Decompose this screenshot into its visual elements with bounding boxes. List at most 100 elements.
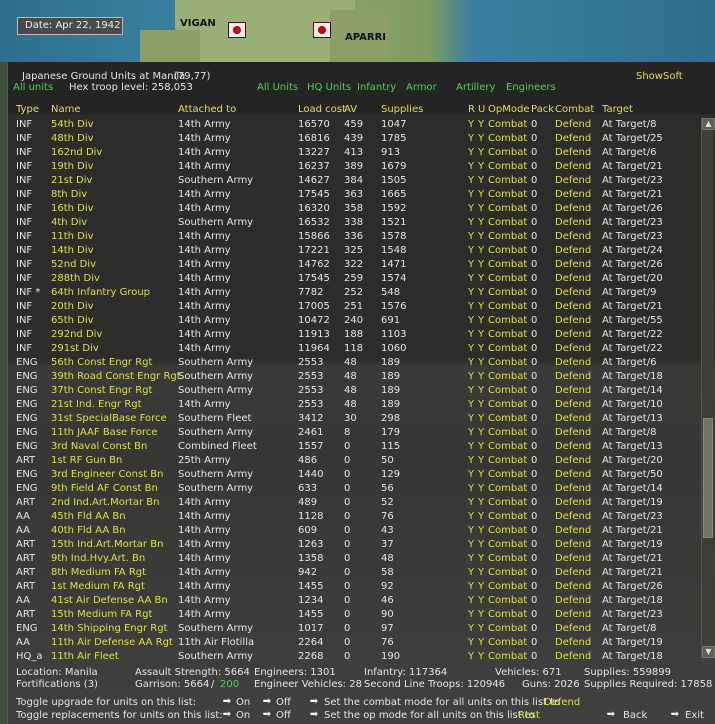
col-av[interactable]: AV	[344, 103, 357, 117]
scroll-up-icon[interactable]: ▲	[702, 118, 715, 130]
unit-opmode[interactable]: Combat	[488, 188, 527, 202]
table-row[interactable]: INF * 64th Infantry Group 14th Army 7782 252…	[8, 286, 698, 300]
unit-u-toggle[interactable]: Y	[478, 594, 484, 608]
unit-u-toggle[interactable]: Y	[478, 370, 484, 384]
unit-r-toggle[interactable]: Y	[468, 174, 474, 188]
unit-opmode[interactable]: Combat	[488, 328, 527, 342]
unit-opmode[interactable]: Combat	[488, 468, 527, 482]
unit-opmode[interactable]: Combat	[488, 230, 527, 244]
unit-u-toggle[interactable]: Y	[478, 650, 484, 664]
unit-name[interactable]: 19th Div	[51, 160, 94, 174]
table-row[interactable]: INF 19th Div 14th Army 16237 389 1679 Y Y Combat…	[8, 160, 698, 174]
unit-r-toggle[interactable]: Y	[468, 384, 474, 398]
unit-name[interactable]: 4th Div	[51, 216, 87, 230]
unit-u-toggle[interactable]: Y	[478, 188, 484, 202]
table-row[interactable]: INF 292nd Div 14th Army 11913 188 1103 Y Y Comba…	[8, 328, 698, 342]
unit-r-toggle[interactable]: Y	[468, 552, 474, 566]
unit-opmode[interactable]: Combat	[488, 342, 527, 356]
table-row[interactable]: INF 65th Div 14th Army 10472 240 691 Y Y Combat 0…	[8, 314, 698, 328]
set-op-value[interactable]: Rest	[518, 710, 540, 721]
unit-u-toggle[interactable]: Y	[478, 608, 484, 622]
unit-name[interactable]: 54th Div	[51, 118, 94, 132]
unit-r-toggle[interactable]: Y	[468, 454, 474, 468]
table-row[interactable]: ART 15th Medium FA Rgt 14th Army 1455 0 90 Y Y C…	[8, 608, 698, 622]
unit-r-toggle[interactable]: Y	[468, 482, 474, 496]
unit-name[interactable]: 31st SpecialBase Force	[51, 412, 167, 426]
unit-combat-mode[interactable]: Defend	[555, 454, 591, 468]
map-unit-icon[interactable]	[228, 22, 246, 38]
unit-r-toggle[interactable]: Y	[468, 398, 474, 412]
unit-u-toggle[interactable]: Y	[478, 258, 484, 272]
unit-r-toggle[interactable]: Y	[468, 314, 474, 328]
unit-opmode[interactable]: Combat	[488, 496, 527, 510]
unit-opmode[interactable]: Combat	[488, 272, 527, 286]
unit-u-toggle[interactable]: Y	[478, 566, 484, 580]
unit-u-toggle[interactable]: Y	[478, 118, 484, 132]
unit-u-toggle[interactable]: Y	[478, 272, 484, 286]
table-row[interactable]: ENG 37th Const Engr Rgt Southern Army 2553 4…	[8, 384, 698, 398]
filter-artillery[interactable]: Artillery	[456, 82, 495, 93]
unit-r-toggle[interactable]: Y	[468, 160, 474, 174]
unit-u-toggle[interactable]: Y	[478, 412, 484, 426]
unit-name[interactable]: 52nd Div	[51, 258, 96, 272]
map-unit-icon[interactable]	[313, 22, 331, 38]
col-target[interactable]: Target	[602, 103, 633, 117]
unit-r-toggle[interactable]: Y	[468, 202, 474, 216]
table-row[interactable]: INF 162nd Div 14th Army 13227 413 913 Y Y Combat…	[8, 146, 698, 160]
table-row[interactable]: INF 4th Div Southern Army 16532 338 1521 Y Y Com…	[8, 216, 698, 230]
unit-combat-mode[interactable]: Defend	[555, 594, 591, 608]
unit-combat-mode[interactable]: Defend	[555, 342, 591, 356]
unit-r-toggle[interactable]: Y	[468, 272, 474, 286]
unit-r-toggle[interactable]: Y	[468, 356, 474, 370]
unit-combat-mode[interactable]: Defend	[555, 370, 591, 384]
col-combat[interactable]: Combat	[555, 103, 594, 117]
unit-r-toggle[interactable]: Y	[468, 370, 474, 384]
unit-combat-mode[interactable]: Defend	[555, 356, 591, 370]
unit-name[interactable]: 16th Div	[51, 202, 94, 216]
unit-r-toggle[interactable]: Y	[468, 510, 474, 524]
map-view[interactable]: VIGAN APARRI Date: Apr 22, 1942	[0, 0, 715, 62]
unit-u-toggle[interactable]: Y	[478, 342, 484, 356]
table-row[interactable]: ENG 56th Const Engr Rgt Southern Army 2553 4…	[8, 356, 698, 370]
table-row[interactable]: ART 8th Medium FA Rgt 14th Army 942 0 58 Y Y Com…	[8, 566, 698, 580]
unit-u-toggle[interactable]: Y	[478, 580, 484, 594]
unit-combat-mode[interactable]: Defend	[555, 188, 591, 202]
unit-r-toggle[interactable]: Y	[468, 258, 474, 272]
set-combat-arrow-icon[interactable]: ➡	[308, 696, 320, 708]
unit-name[interactable]: 45th Fld AA Bn	[51, 510, 126, 524]
scroll-down-icon[interactable]: ▼	[702, 646, 715, 658]
unit-opmode[interactable]: Combat	[488, 118, 527, 132]
unit-combat-mode[interactable]: Defend	[555, 468, 591, 482]
unit-u-toggle[interactable]: Y	[478, 510, 484, 524]
unit-opmode[interactable]: Combat	[488, 244, 527, 258]
table-row[interactable]: AA 41st Air Defense AA Bn 14th Army 1234 0 46…	[8, 594, 698, 608]
unit-combat-mode[interactable]: Defend	[555, 272, 591, 286]
unit-u-toggle[interactable]: Y	[478, 286, 484, 300]
unit-r-toggle[interactable]: Y	[468, 594, 474, 608]
unit-name[interactable]: 65th Div	[51, 314, 94, 328]
upgrade-off-button[interactable]: Off	[276, 697, 291, 708]
unit-name[interactable]: 3rd Naval Const Bn	[51, 440, 147, 454]
set-op-label[interactable]: Set the op mode for all units on this li…	[324, 710, 535, 721]
table-row[interactable]: INF 11th Div 14th Army 15866 336 1578 Y Y Combat…	[8, 230, 698, 244]
unit-opmode[interactable]: Combat	[488, 622, 527, 636]
col-pack[interactable]: Pack	[531, 103, 554, 117]
unit-opmode[interactable]: Combat	[488, 580, 527, 594]
unit-name[interactable]: 48th Div	[51, 132, 94, 146]
unit-name[interactable]: 162nd Div	[51, 146, 102, 160]
unit-u-toggle[interactable]: Y	[478, 538, 484, 552]
unit-r-toggle[interactable]: Y	[468, 286, 474, 300]
table-row[interactable]: AA 45th Fld AA Bn 14th Army 1128 0 76 Y Y Combat…	[8, 510, 698, 524]
table-row[interactable]: INF 54th Div 14th Army 16570 459 1047 Y Y Combat…	[8, 118, 698, 132]
replacements-on-arrow-icon[interactable]: ➡	[221, 709, 233, 721]
table-row[interactable]: ART 15th Ind.Art.Mortar Bn 14th Army 1263 0 3…	[8, 538, 698, 552]
table-row[interactable]: ENG 14th Shipping Engr Rgt Southern Army 10…	[8, 622, 698, 636]
unit-combat-mode[interactable]: Defend	[555, 384, 591, 398]
unit-opmode[interactable]: Combat	[488, 552, 527, 566]
unit-name[interactable]: 14th Div	[51, 244, 94, 258]
col-attached[interactable]: Attached to	[178, 103, 236, 117]
table-row[interactable]: INF 8th Div 14th Army 17545 363 1665 Y Y Combat 0…	[8, 188, 698, 202]
unit-combat-mode[interactable]: Defend	[555, 580, 591, 594]
unit-u-toggle[interactable]: Y	[478, 552, 484, 566]
unit-r-toggle[interactable]: Y	[468, 132, 474, 146]
